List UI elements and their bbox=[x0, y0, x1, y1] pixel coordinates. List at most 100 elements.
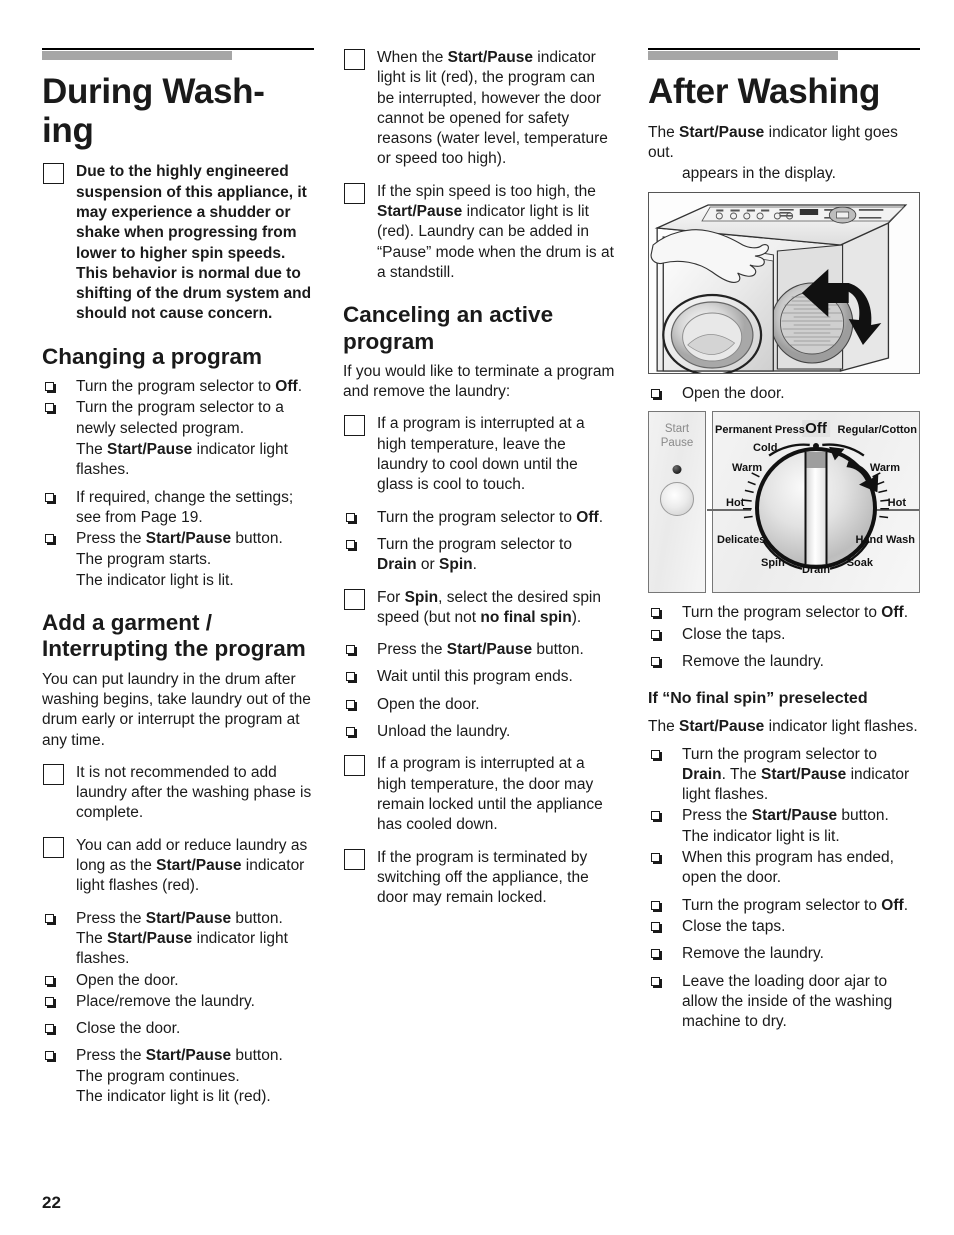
bullet-square-icon bbox=[346, 539, 355, 549]
washing-machine-illustration bbox=[648, 192, 920, 375]
bullet-square-icon bbox=[651, 811, 660, 821]
list-item-text: Turn the program selector to Drain. The … bbox=[682, 745, 910, 804]
note-box-icon bbox=[344, 848, 365, 870]
note-box-icon bbox=[43, 836, 64, 858]
page-title: During Wash-ing bbox=[42, 72, 265, 151]
note-not-recommended: It is not recommended to add laundry aft… bbox=[42, 763, 314, 824]
rule-bar bbox=[42, 51, 233, 60]
bullet-square-icon bbox=[45, 403, 54, 413]
bullet-square-icon bbox=[45, 1051, 54, 1061]
bullet-square-icon bbox=[651, 629, 660, 639]
list-item: Turn the program selector to Off. bbox=[343, 508, 615, 528]
list-item-text: Close the door. bbox=[76, 1020, 181, 1038]
section-rule bbox=[42, 48, 314, 62]
list-item-text: Remove the laundry. bbox=[682, 945, 824, 963]
note-cool-down: If a program is interrupted at a high te… bbox=[343, 414, 615, 495]
bullet-square-icon bbox=[45, 1024, 54, 1034]
list-item-text: Wait until this program ends. bbox=[377, 668, 573, 686]
list-item: Place/remove the laundry. bbox=[42, 992, 314, 1012]
changing-program-list: Turn the program selector to Off. Turn t… bbox=[42, 377, 314, 439]
list-item: Turn the program selector to a newly sel… bbox=[42, 398, 314, 439]
bullet-square-icon bbox=[45, 534, 54, 544]
paragraph-terminate: If you would like to terminate a program… bbox=[343, 362, 615, 401]
bullet-square-icon bbox=[651, 976, 660, 986]
column-3: After Washing The Start/Pause indicator … bbox=[648, 48, 920, 1039]
note-box-icon bbox=[344, 415, 365, 437]
canceling-list-a: Turn the program selector to Off. Turn t… bbox=[343, 508, 615, 576]
bullet-square-icon bbox=[651, 853, 660, 863]
list-item-text: Turn the program selector to Drain or Sp… bbox=[377, 535, 572, 574]
paragraph-display: appears in the display. bbox=[682, 164, 836, 182]
list-item: Press the Start/Pause button. bbox=[343, 640, 615, 660]
list-item-text: Open the door. bbox=[682, 385, 785, 403]
note-text: When the Start/Pause indicator light is … bbox=[377, 49, 608, 168]
start-pause-button[interactable] bbox=[660, 482, 694, 517]
list-item: Close the door. bbox=[42, 1019, 314, 1039]
list-item-text: Remove the laundry. bbox=[682, 652, 824, 670]
list-item: When this program has ended, open the do… bbox=[648, 848, 920, 889]
list-item-text: Turn the program selector to Off. bbox=[76, 378, 302, 396]
start-pause-panel: Start Pause bbox=[648, 411, 706, 594]
list-item: Turn the program selector to Drain or Sp… bbox=[343, 535, 615, 576]
list-item: Press the Start/Pause button. The indicat… bbox=[648, 806, 920, 847]
bullet-square-icon bbox=[651, 921, 660, 931]
note-door-locked-switch-off: If the program is terminated by switchin… bbox=[343, 848, 615, 909]
start-pause-label: Start Pause bbox=[660, 423, 694, 450]
add-garment-list: Press the Start/Pause button. The Start/P… bbox=[42, 909, 314, 1108]
rule-line bbox=[42, 48, 314, 50]
list-item: Turn the program selector to Off. bbox=[648, 896, 920, 916]
list-item-text: Close the taps. bbox=[682, 917, 786, 935]
note-program-starts: The program starts. bbox=[76, 551, 212, 569]
bullet-square-icon bbox=[346, 645, 355, 655]
note-text: If a program is interrupted at a high te… bbox=[377, 415, 585, 494]
dial-label-cold: Cold bbox=[753, 442, 778, 455]
dial-label-spin: Spin bbox=[761, 557, 785, 570]
paragraph-add-garment: You can put laundry in the drum after wa… bbox=[42, 670, 311, 749]
note-box-icon bbox=[43, 763, 64, 785]
list-item: Remove the laundry. bbox=[648, 652, 920, 672]
list-item-text: Press the Start/Pause button. bbox=[76, 530, 283, 548]
bullet-square-icon bbox=[651, 749, 660, 759]
list-item-text: Turn the program selector to Off. bbox=[682, 604, 908, 622]
note-box-icon bbox=[344, 755, 365, 777]
column-2: When the Start/Pause indicator light is … bbox=[343, 48, 615, 920]
list-item: Unload the laundry. bbox=[343, 722, 615, 742]
list-item: Open the door. bbox=[42, 971, 314, 991]
manual-page: During Wash-ing Due to the highly engine… bbox=[0, 0, 954, 1235]
dial-label-soak: Soak bbox=[846, 557, 873, 570]
note-line-indicator-flashes: The Start/Pause indicator light flashes. bbox=[76, 440, 288, 479]
note-text: Due to the highly engineered suspension … bbox=[76, 163, 312, 323]
dial-label-warm-left: Warm bbox=[732, 462, 763, 475]
dial-label-delicates: Delicates bbox=[717, 534, 766, 547]
heading-add-garment: Add a garment / Interrupting the program bbox=[42, 610, 306, 662]
dial-label-permanent-press: Permanent Press bbox=[715, 424, 805, 437]
list-item: Turn the program selector to Off. bbox=[42, 377, 314, 397]
bullet-square-icon bbox=[45, 996, 54, 1006]
note-box-icon bbox=[344, 49, 365, 70]
section-rule bbox=[648, 48, 920, 62]
dial-label-off: Off bbox=[802, 420, 830, 438]
paragraph-indicator-out: The Start/Pause indicator light goes out… bbox=[648, 124, 898, 162]
list-item: Turn the program selector to Off. bbox=[648, 603, 920, 623]
dial-off-marker-dot bbox=[813, 443, 819, 450]
list-item: If required, change the settings; see fr… bbox=[42, 488, 314, 529]
list-item-text: Turn the program selector to Off. bbox=[377, 508, 603, 526]
changing-program-list-2: If required, change the settings; see fr… bbox=[42, 488, 314, 550]
note-spin-speed-high: If the spin speed is too high, the Start… bbox=[343, 182, 615, 283]
list-item: Open the door. bbox=[343, 695, 615, 715]
after-washing-list-a: Open the door. bbox=[648, 384, 920, 404]
list-item-text: Press the Start/Pause button. bbox=[377, 641, 584, 659]
list-item-text: Open the door. bbox=[76, 971, 179, 989]
bullet-square-icon bbox=[346, 512, 355, 522]
bullet-square-icon bbox=[346, 727, 355, 737]
heading-canceling-program: Canceling an active program bbox=[343, 302, 554, 354]
bullet-square-icon bbox=[651, 949, 660, 959]
list-item: Wait until this program ends. bbox=[343, 667, 615, 687]
heading-no-final-spin: If “No final spin” preselected bbox=[648, 690, 868, 708]
list-item-text: Place/remove the laundry. bbox=[76, 992, 255, 1010]
dial-wrap: Off Permanent Press Regular/Cotton Cold … bbox=[707, 412, 919, 592]
note-door-locked-temp: If a program is interrupted at a high te… bbox=[343, 754, 615, 835]
list-item: Close the taps. bbox=[648, 917, 920, 937]
after-washing-list-b: Turn the program selector to Off. Close … bbox=[648, 603, 920, 672]
list-item-text: Open the door. bbox=[377, 695, 480, 713]
